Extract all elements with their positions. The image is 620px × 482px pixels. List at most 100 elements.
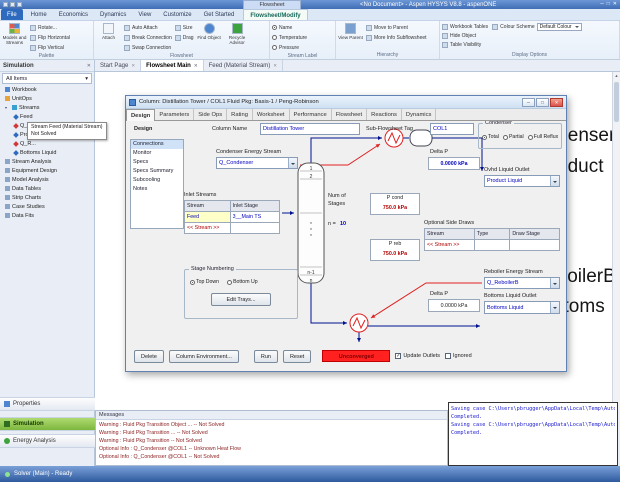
move-to-parent-button[interactable]: Move to Parent bbox=[366, 23, 427, 32]
all-items-filter[interactable]: All Items ▾ bbox=[2, 73, 92, 84]
save-icon[interactable] bbox=[3, 2, 8, 7]
nav-item-notes[interactable]: Notes bbox=[131, 185, 183, 194]
condenser-total-radio[interactable]: Total bbox=[482, 134, 499, 140]
side-draws-table[interactable]: Stream Type Draw Stage << Stream >> bbox=[424, 228, 560, 251]
tab-flowsheet-main[interactable]: Flowsheet Main ✕ bbox=[141, 60, 204, 71]
delete-button[interactable]: Delete bbox=[134, 349, 164, 363]
dialog-maximize-button[interactable]: □ bbox=[536, 97, 549, 107]
tab-start-page[interactable]: Start Page ✕ bbox=[95, 60, 142, 71]
stream-label-temperature-option[interactable]: Temperature bbox=[272, 33, 307, 42]
size-button[interactable]: Size bbox=[174, 23, 194, 32]
dialog-tab-dynamics[interactable]: Dynamics bbox=[402, 109, 437, 120]
nav-item-specs[interactable]: Specs bbox=[131, 158, 183, 167]
close-tab-icon[interactable]: ✕ bbox=[194, 63, 198, 69]
dialog-tab-rating[interactable]: Rating bbox=[227, 109, 253, 120]
tree-item-unitops[interactable]: UnitOps bbox=[0, 94, 94, 103]
tab-feed-material-stream[interactable]: Feed (Material Stream) ✕ bbox=[204, 60, 284, 71]
table-visibility-button[interactable]: Table Visibility bbox=[442, 40, 481, 49]
redo-icon[interactable] bbox=[17, 2, 22, 7]
inlet-streams-table[interactable]: Stream Inlet Stage Feed 3__Main TS << Stre… bbox=[184, 200, 281, 234]
column-environment-button[interactable]: Column Environment... bbox=[168, 349, 239, 363]
tree-item-equipment-design[interactable]: Equipment Design bbox=[0, 166, 94, 175]
tree-item-case-studies[interactable]: Case Studies bbox=[0, 202, 94, 211]
scroll-thumb[interactable] bbox=[614, 82, 619, 122]
more-info-subflowsheet-button[interactable]: More Info Subflowsheet bbox=[366, 33, 427, 42]
dialog-tab-parameters[interactable]: Parameters bbox=[155, 109, 195, 120]
flip-vertical-button[interactable]: Flip Vertical bbox=[30, 43, 70, 52]
drag-button[interactable]: Drag bbox=[174, 33, 194, 42]
scroll-up-icon[interactable]: ▲ bbox=[613, 72, 620, 80]
update-outlets-checkbox[interactable]: ✓ Update Outlets bbox=[395, 353, 440, 359]
models-and-streams-button[interactable]: Models and Streams bbox=[2, 22, 27, 45]
hide-object-button[interactable]: Hide Object bbox=[442, 31, 476, 40]
dialog-tab-worksheet[interactable]: Worksheet bbox=[253, 109, 290, 120]
nav-item-subcooling[interactable]: Subcooling bbox=[131, 176, 183, 185]
maximize-button[interactable]: □ bbox=[607, 1, 610, 8]
swap-connection-button[interactable]: Swap Connection bbox=[124, 43, 172, 52]
undo-icon[interactable] bbox=[10, 2, 15, 7]
ribbon-tab-file[interactable]: File bbox=[1, 9, 23, 20]
bottom-up-radio[interactable]: Bottom Up bbox=[227, 279, 258, 285]
dialog-tab-performance[interactable]: Performance bbox=[290, 109, 332, 120]
dialog-tab-flowsheet[interactable]: Flowsheet bbox=[332, 109, 368, 120]
simulation-nav-button[interactable]: Simulation bbox=[0, 417, 95, 431]
nav-item-monitor[interactable]: Monitor bbox=[131, 149, 183, 158]
ribbon-tab-home[interactable]: Home bbox=[25, 9, 53, 20]
dialog-title-bar[interactable]: Column: Distillation Tower / COL1 Fluid … bbox=[126, 96, 566, 109]
tree-item-workbook[interactable]: Workbook bbox=[0, 85, 94, 94]
attach-button[interactable]: Attach bbox=[96, 22, 121, 40]
edit-trays-button[interactable]: Edit Trays... bbox=[211, 293, 271, 306]
colour-scheme-select[interactable]: Default Colour bbox=[536, 22, 582, 31]
column-name-field[interactable]: Distillation Tower bbox=[260, 123, 360, 135]
recycle-advisor-button[interactable]: Recycle Advisor bbox=[225, 22, 250, 45]
break-connection-button[interactable]: Break Connection bbox=[124, 33, 172, 42]
stream-label-pressure-option[interactable]: Pressure bbox=[272, 43, 307, 52]
quick-access-toolbar[interactable] bbox=[3, 2, 22, 7]
flip-horizontal-button[interactable]: Flip Horizontal bbox=[30, 33, 70, 42]
ribbon-tab-view[interactable]: View bbox=[132, 9, 157, 20]
workbook-tables-button[interactable]: Workbook Tables bbox=[442, 22, 488, 31]
minimize-button[interactable]: ─ bbox=[600, 1, 604, 8]
properties-nav-button[interactable]: Properties bbox=[0, 397, 95, 411]
ribbon-tab-customize[interactable]: Customize bbox=[157, 9, 197, 20]
tree-item-bottoms-liquid[interactable]: Bottoms Liquid bbox=[0, 148, 94, 157]
p-cond-field[interactable]: P cond 750.0 kPa bbox=[370, 193, 420, 215]
rotate-button[interactable]: Rotate... bbox=[30, 23, 70, 32]
condenser-energy-select[interactable]: Q_Condenser bbox=[216, 157, 298, 169]
bottoms-outlet-select[interactable]: Bottoms Liquid bbox=[484, 301, 560, 314]
view-parent-button[interactable]: View Parent bbox=[338, 22, 363, 40]
ribbon-tab-flowsheet-modify[interactable]: Flowsheet/Modify bbox=[243, 9, 308, 20]
stream-label-name-option[interactable]: Name bbox=[272, 23, 307, 32]
energy-analysis-nav-button[interactable]: Energy Analysis bbox=[0, 434, 95, 448]
tree-item-streams[interactable]: ▾ Streams bbox=[0, 103, 94, 112]
auto-attach-button[interactable]: Auto Attach bbox=[124, 23, 172, 32]
ribbon-tab-dynamics[interactable]: Dynamics bbox=[94, 9, 132, 20]
reset-button[interactable]: Reset bbox=[282, 349, 312, 363]
canvas-vertical-scrollbar[interactable]: ▲ bbox=[612, 72, 620, 410]
condenser-full-reflux-radio[interactable]: Full Reflux bbox=[527, 134, 558, 140]
find-object-button[interactable]: Find Object bbox=[197, 22, 222, 40]
ovhd-outlet-select[interactable]: Product Liquid bbox=[484, 175, 560, 187]
close-button[interactable]: ✕ bbox=[613, 1, 617, 8]
subflowsheet-tag-field[interactable]: COL1 bbox=[430, 123, 474, 135]
flowsheet-canvas[interactable]: Q_Condenser Product Q_ReboilerB Bottoms … bbox=[95, 72, 620, 410]
dialog-tab-reactions[interactable]: Reactions bbox=[367, 109, 402, 120]
tree-item-stream-analysis[interactable]: Stream Analysis bbox=[0, 157, 94, 166]
top-down-radio[interactable]: Top Down bbox=[190, 279, 219, 285]
run-button[interactable]: Run bbox=[253, 349, 278, 363]
dialog-tab-design[interactable]: Design bbox=[126, 109, 156, 121]
close-pane-icon[interactable]: ✕ bbox=[87, 60, 91, 71]
tree-item-strip-charts[interactable]: Strip Charts bbox=[0, 193, 94, 202]
nav-item-specs-summary[interactable]: Specs Summary bbox=[131, 167, 183, 176]
nav-item-connections[interactable]: Connections bbox=[131, 140, 183, 149]
reflux-drum-symbol[interactable] bbox=[409, 129, 433, 147]
close-tab-icon[interactable]: ✕ bbox=[131, 63, 135, 69]
ribbon-tab-get-started[interactable]: Get Started bbox=[198, 9, 241, 20]
tree-item-model-analysis[interactable]: Model Analysis bbox=[0, 175, 94, 184]
condenser-partial-radio[interactable]: Partial bbox=[502, 134, 524, 140]
tree-item-data-tables[interactable]: Data Tables bbox=[0, 184, 94, 193]
dialog-close-button[interactable]: ✕ bbox=[550, 97, 563, 107]
expander-icon[interactable]: ▾ bbox=[5, 105, 10, 110]
messages-title[interactable]: Messages bbox=[96, 411, 447, 420]
delta-p-top-field[interactable]: 0.0000 kPa bbox=[428, 157, 480, 170]
